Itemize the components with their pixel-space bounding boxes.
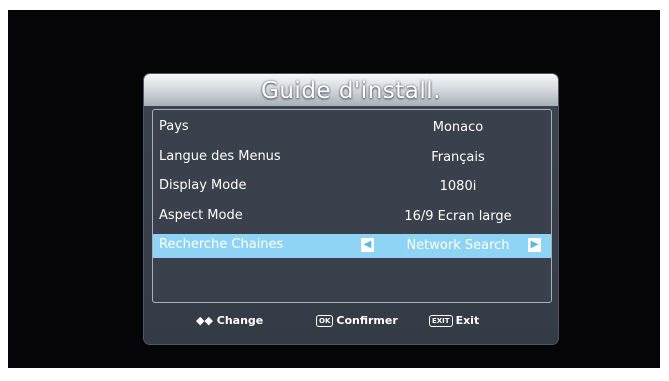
setting-value: Français [431, 150, 485, 165]
confirm-label: Confirmer [336, 314, 398, 327]
setting-label: Pays [159, 119, 189, 134]
ok-key-icon: OK [316, 315, 334, 327]
chevron-right-icon[interactable]: ▶ [528, 238, 541, 252]
change-label: Change [216, 314, 264, 327]
setting-label: Langue des Menus [159, 149, 281, 164]
confirm-hint: OK Confirmer [316, 314, 398, 327]
setting-label: Aspect Mode [159, 208, 243, 223]
settings-panel: Pays Monaco Langue des Menus Français Di… [152, 109, 552, 303]
setting-row-channel-search[interactable]: Recherche Chaines ◀ Network Search ▶ [153, 234, 551, 258]
exit-key-icon: EXIT [429, 315, 453, 327]
setting-value: 1080i [439, 179, 477, 194]
setting-label: Display Mode [159, 178, 247, 193]
left-right-arrows-icon: ◆◆ [196, 314, 213, 327]
change-hint: ◆◆ Change [196, 314, 263, 327]
setting-row-country[interactable]: Pays Monaco [153, 116, 551, 140]
dialog-title: Guide d'install. [261, 78, 441, 104]
setting-value: Network Search [406, 238, 510, 253]
key-hints: ◆◆ Change OK Confirmer EXIT Exit [144, 306, 558, 336]
tv-screen: Guide d'install. Pays Monaco Langue des … [8, 10, 660, 368]
setting-label: Recherche Chaines [159, 237, 284, 252]
installation-guide-dialog: Guide d'install. Pays Monaco Langue des … [144, 74, 558, 344]
title-bar: Guide d'install. [144, 74, 558, 106]
setting-row-display-mode[interactable]: Display Mode 1080i [153, 175, 551, 199]
setting-value: Monaco [432, 120, 484, 135]
exit-label: Exit [455, 314, 480, 327]
setting-value: 16/9 Ecran large [404, 209, 512, 224]
exit-hint: EXIT Exit [429, 314, 479, 327]
setting-row-menu-language[interactable]: Langue des Menus Français [153, 146, 551, 170]
setting-row-aspect-mode[interactable]: Aspect Mode 16/9 Ecran large [153, 205, 551, 229]
